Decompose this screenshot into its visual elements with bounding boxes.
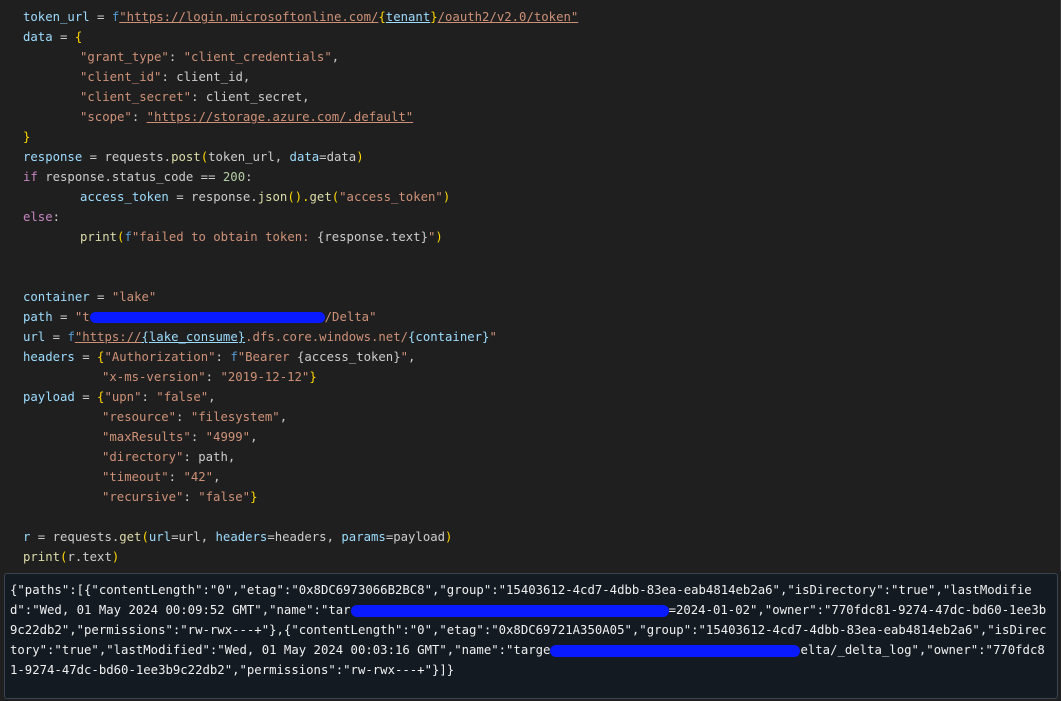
code-line-18: headers = {"Authorization": f"Bearer {ac… xyxy=(23,350,416,364)
code-line-23: "directory": path, xyxy=(102,450,236,464)
code-line-16: path = "t/Delta" xyxy=(23,310,377,324)
code-line-17: url = f"https://{lake_consume}.dfs.core.… xyxy=(23,330,497,344)
code-line-2: data = { xyxy=(23,30,83,44)
output-text: {"paths":[{"contentLength":"0","etag":"0… xyxy=(10,583,1047,677)
code-line-5: "client_secret": client_secret, xyxy=(80,90,310,104)
code-line-4: "client_id": client_id, xyxy=(80,70,251,84)
code-line-1: token_url = f"https://login.microsoftonl… xyxy=(23,10,579,24)
code-line-28: print(r.text) xyxy=(23,550,120,564)
redaction-mark xyxy=(89,312,325,323)
code-line-6: "scope": "https://storage.azure.com/.def… xyxy=(80,110,414,124)
code-line-24: "timeout": "42", xyxy=(102,470,221,484)
redaction-mark xyxy=(550,644,801,657)
code-line-11: else: xyxy=(23,210,61,224)
code-editor[interactable]: token_url = f"https://login.microsoftonl… xyxy=(0,0,1061,571)
code-line-15: container = "lake" xyxy=(23,290,157,304)
code-line-3: "grant_type": "client_credentials", xyxy=(80,50,340,64)
code-line-10: access_token = response.json().get("acce… xyxy=(80,190,451,204)
code-line-7: } xyxy=(23,130,31,144)
code-line-20: payload = {"upn": "false", xyxy=(23,390,216,404)
code-line-8: response = requests.post(token_url, data… xyxy=(23,150,364,164)
code-line-19: "x-ms-version": "2019-12-12"} xyxy=(102,370,317,384)
code-line-12: print(f"failed to obtain token: {respons… xyxy=(80,230,443,244)
code-line-22: "maxResults": "4999", xyxy=(102,430,258,444)
cell-output: {"paths":[{"contentLength":"0","etag":"0… xyxy=(4,573,1058,699)
code-line-27: r = requests.get(url=url, headers=header… xyxy=(23,530,453,544)
code-line-25: "recursive": "false"} xyxy=(102,490,258,504)
code-line-21: "resource": "filesystem", xyxy=(102,410,288,424)
code-line-9: if response.status_code == 200: xyxy=(23,170,253,184)
redaction-mark xyxy=(350,604,669,617)
